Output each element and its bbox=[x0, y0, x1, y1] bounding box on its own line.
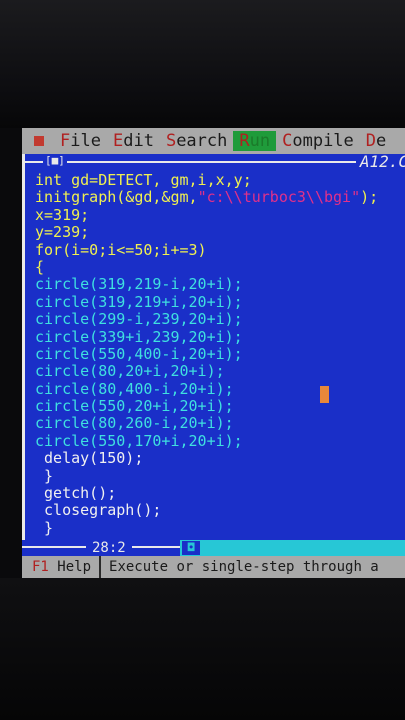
code-line[interactable]: getch(); bbox=[35, 484, 378, 503]
code-token: circle(319,219-i,20+i); bbox=[35, 275, 243, 294]
code-token: ); bbox=[360, 188, 379, 207]
code-line[interactable]: circle(550,400-i,20+i); bbox=[35, 344, 378, 363]
code-token: getch(); bbox=[35, 484, 117, 503]
code-line[interactable]: y=239; bbox=[35, 223, 378, 242]
editor-title-bar: [■] A12.C bbox=[25, 154, 405, 170]
code-token: y=239; bbox=[35, 223, 90, 242]
menu-file[interactable]: File bbox=[54, 131, 107, 151]
code-token: delay(150); bbox=[35, 449, 144, 468]
code-token: circle(80,400-i,20+i); bbox=[35, 379, 234, 398]
code-token: circle(550,170+i,20+i); bbox=[35, 431, 243, 450]
code-token: circle(319,219+i,20+i); bbox=[35, 292, 243, 311]
editor-window[interactable]: [■] A12.C int gd=DETECT, gm,i,x,y; initgr… bbox=[22, 154, 405, 542]
code-token: } bbox=[35, 518, 54, 537]
code-line[interactable]: circle(319,219+i,20+i); bbox=[35, 292, 378, 311]
menu-debug[interactable]: De bbox=[360, 131, 393, 151]
code-line[interactable]: delay(150); bbox=[35, 450, 378, 467]
code-line[interactable]: } bbox=[35, 518, 378, 537]
hint-separator bbox=[99, 556, 102, 578]
code-token: circle(80,260-i,20+i); bbox=[35, 414, 234, 433]
window-frame-line bbox=[25, 161, 405, 163]
code-token: } bbox=[35, 466, 54, 485]
code-area[interactable]: int gd=DETECT, gm,i,x,y; initgraph(&gd,&g… bbox=[35, 171, 378, 537]
code-token: x=319; bbox=[35, 205, 90, 224]
code-token: { bbox=[35, 257, 45, 276]
code-token: circle(339+i,239,20+i); bbox=[35, 327, 243, 346]
menu-bar: File Edit Search Run Compile De bbox=[22, 128, 405, 154]
code-line[interactable]: initgraph(&gd,&gm,"c:\\turboc3\\bgi"); bbox=[35, 189, 378, 206]
code-line[interactable]: circle(319,219-i,20+i); bbox=[35, 276, 378, 293]
cursor-position: 28:2 bbox=[86, 540, 132, 556]
text-cursor-icon bbox=[320, 386, 329, 403]
code-token: circle(550,400-i,20+i); bbox=[35, 344, 243, 363]
code-line[interactable]: circle(339+i,239,20+i); bbox=[35, 327, 378, 346]
code-line[interactable]: x=319; bbox=[35, 205, 378, 224]
code-line[interactable]: circle(299-i,239,20+i); bbox=[35, 310, 378, 329]
code-line[interactable]: circle(80,260-i,20+i); bbox=[35, 415, 378, 432]
code-line[interactable]: int gd=DETECT, gm,i,x,y; bbox=[35, 171, 378, 189]
hint-bar: F1 Help Execute or single-step through a bbox=[22, 556, 405, 578]
code-token: circle(299-i,239,20+i); bbox=[35, 310, 243, 329]
system-menu-icon[interactable] bbox=[34, 136, 44, 146]
code-token: initgraph(&gd,&gm, bbox=[35, 188, 198, 207]
monitor-bezel-bottom bbox=[0, 578, 405, 720]
code-line[interactable]: } bbox=[35, 466, 378, 485]
code-token: closegraph(); bbox=[35, 501, 162, 520]
monitor-bezel-top bbox=[0, 0, 405, 128]
help-hotkey[interactable]: F1 Help bbox=[22, 559, 99, 575]
menu-run[interactable]: Run bbox=[233, 131, 277, 151]
file-name: A12.C bbox=[355, 154, 405, 170]
menu-search[interactable]: Search bbox=[160, 131, 233, 151]
code-line[interactable]: { bbox=[35, 257, 378, 276]
code-token: for(i=0;i<=50;i+=3) bbox=[35, 240, 207, 259]
code-token: "c:\\turboc3\\bgi" bbox=[197, 188, 361, 207]
code-line[interactable]: for(i=0;i<=50;i+=3) bbox=[35, 240, 378, 259]
code-token: circle(550,20+i,20+i); bbox=[35, 397, 234, 416]
window-close-icon[interactable]: [■] bbox=[43, 154, 67, 168]
code-line[interactable]: circle(80,20+i,20+i); bbox=[35, 363, 378, 380]
menu-edit[interactable]: Edit bbox=[107, 131, 160, 151]
editor-status-line: 28:2 ◘ bbox=[22, 540, 405, 556]
menu-compile[interactable]: Compile bbox=[276, 131, 360, 151]
scrollbar-thumb[interactable]: ◘ bbox=[182, 541, 200, 555]
horizontal-scrollbar[interactable] bbox=[180, 540, 405, 556]
hint-message: Execute or single-step through a bbox=[109, 559, 379, 575]
turbo-c-ide-screen: File Edit Search Run Compile De [■] A12.… bbox=[22, 128, 405, 578]
code-line[interactable]: closegraph(); bbox=[35, 502, 378, 519]
code-token: int gd=DETECT, gm,i,x,y; bbox=[35, 171, 252, 189]
code-line[interactable]: circle(550,170+i,20+i); bbox=[35, 431, 378, 450]
code-token: circle(80,20+i,20+i); bbox=[35, 362, 225, 381]
